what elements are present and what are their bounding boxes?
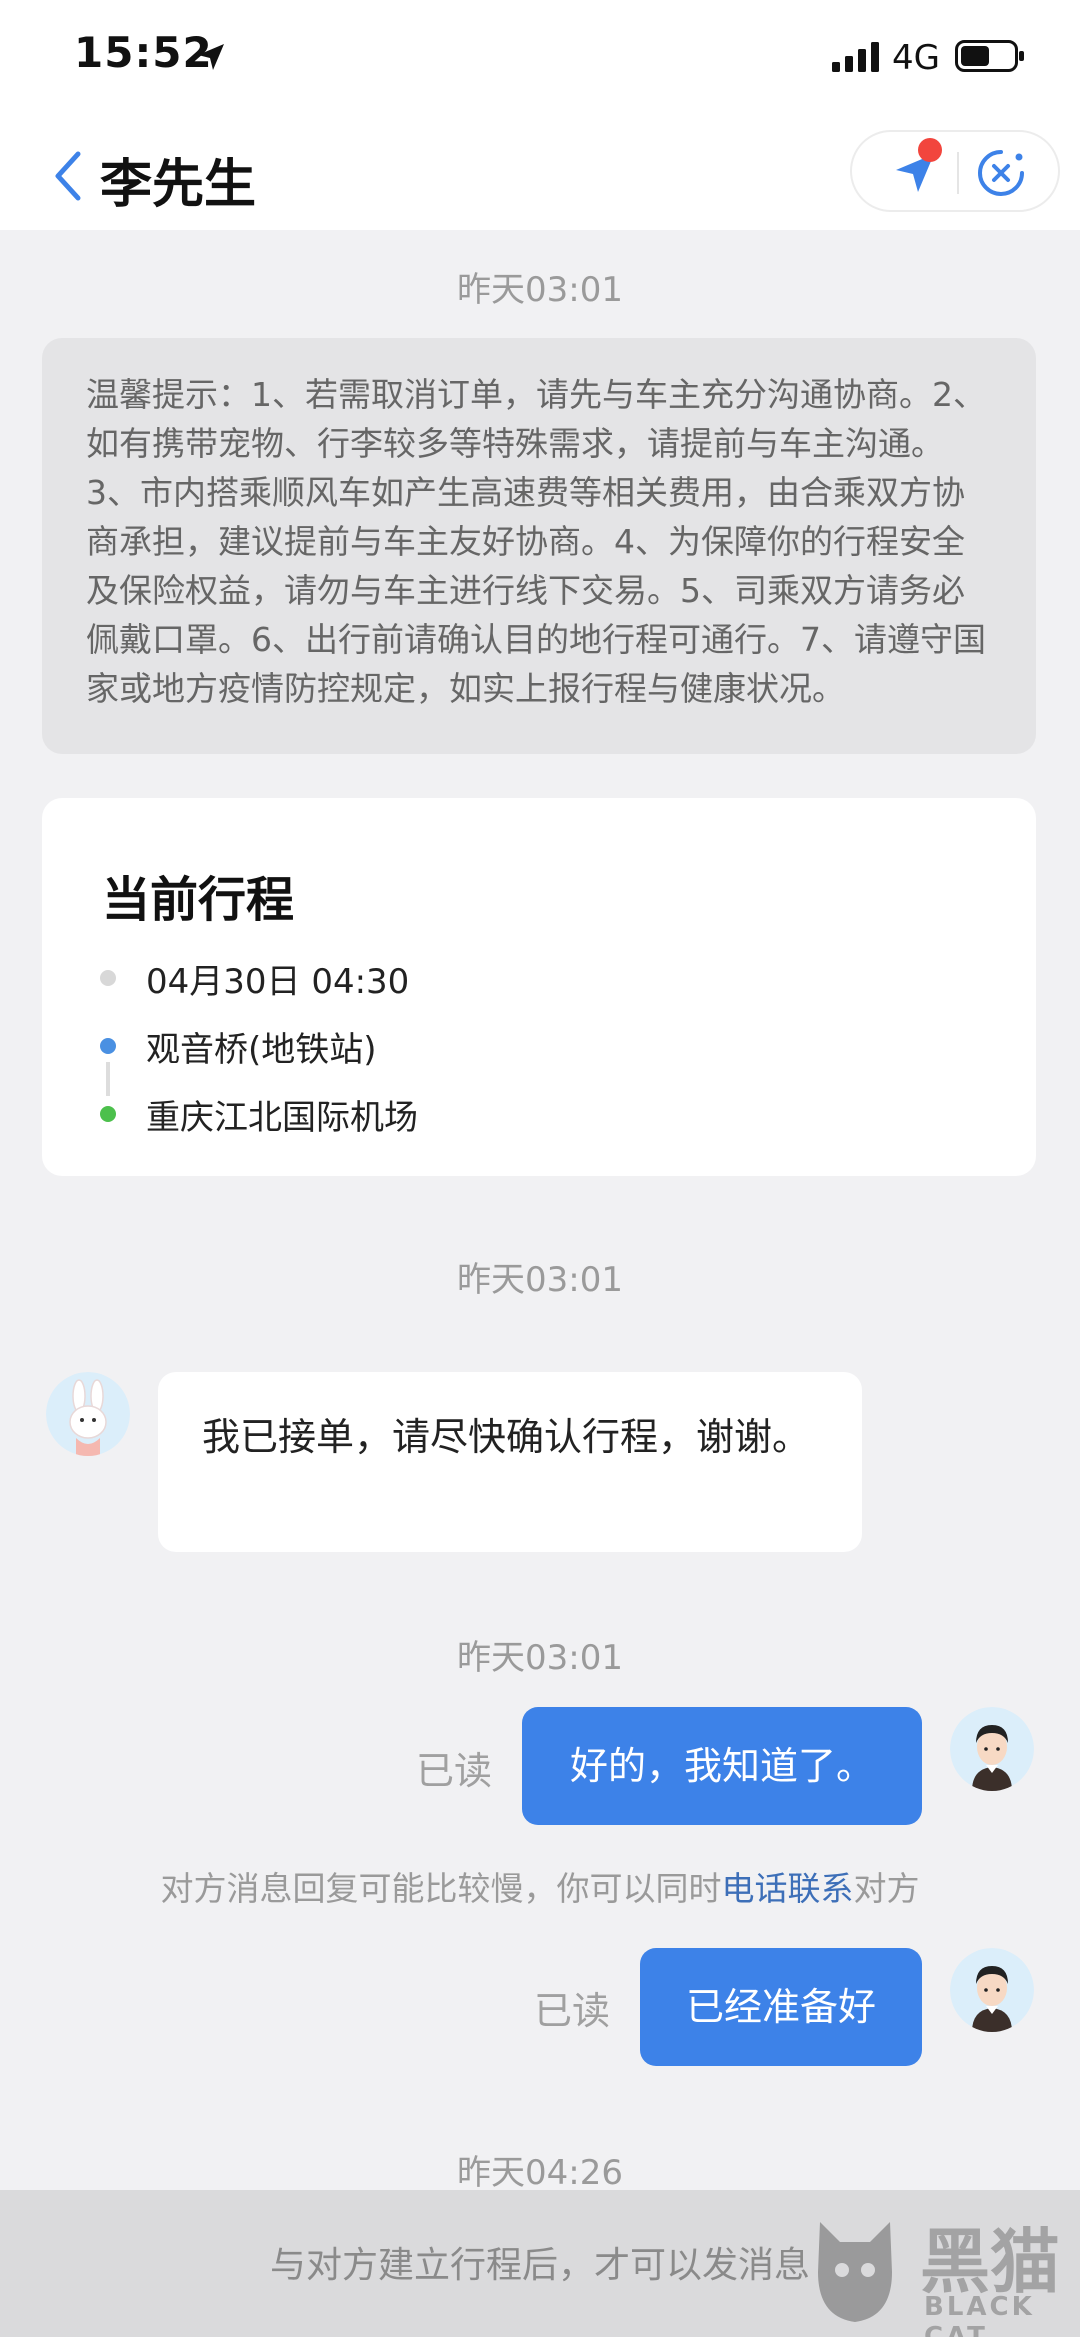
status-bar: 15:52 4G	[0, 0, 1080, 120]
status-time: 15:52	[74, 28, 213, 77]
rabbit-avatar-icon	[46, 1372, 130, 1456]
user-avatar[interactable]	[950, 1948, 1034, 2032]
message-timestamp: 昨天03:01	[457, 270, 623, 310]
message-timestamp: 昨天03:01	[457, 1638, 623, 1678]
message-timestamp: 昨天03:01	[457, 1260, 623, 1300]
incoming-message-bubble[interactable]: 我已接单，请尽快确认行程，谢谢。	[158, 1372, 862, 1552]
read-receipt: 已读	[534, 1989, 611, 2033]
notice-text-after: 对方	[853, 1869, 920, 1908]
trip-card-title: 当前行程	[102, 872, 295, 928]
trip-time: 04月30日 04:30	[146, 962, 410, 1002]
route-connector	[106, 1062, 110, 1096]
contact-name: 李先生	[100, 155, 257, 215]
battery-icon	[955, 40, 1024, 72]
current-trip-card[interactable]: 当前行程 04月30日 04:30 观音桥(地铁站) 重庆江北国际机场	[42, 798, 1036, 1176]
back-chevron-icon[interactable]	[48, 146, 88, 206]
outgoing-message-bubble[interactable]: 已经准备好	[640, 1948, 922, 2066]
origin-dot	[100, 1038, 116, 1054]
reply-notice: 对方消息回复可能比较慢，你可以同时电话联系对方	[0, 1862, 1080, 1910]
time-dot	[100, 970, 116, 986]
chat-header: 李先生	[0, 120, 1080, 230]
driver-avatar[interactable]	[46, 1372, 130, 1456]
location-arrow-icon	[198, 44, 224, 70]
man-avatar-icon	[950, 1707, 1034, 1791]
user-avatar[interactable]	[950, 1707, 1034, 1791]
network-type: 4G	[892, 38, 940, 78]
close-circle-icon[interactable]	[976, 148, 1026, 198]
trip-origin: 观音桥(地铁站)	[146, 1030, 377, 1070]
trip-destination: 重庆江北国际机场	[146, 1098, 418, 1138]
read-receipt: 已读	[416, 1749, 493, 1793]
header-action-group	[850, 130, 1060, 212]
watermark: 黑猫 BLACK CAT	[800, 2202, 1070, 2337]
safety-tips: 温馨提示：1、若需取消订单，请先与车主充分沟通协商。2、如有携带宠物、行李较多等…	[42, 338, 1036, 754]
actions-divider	[957, 152, 959, 194]
cellular-signal-icon	[832, 42, 879, 72]
notice-text-before: 对方消息回复可能比较慢，你可以同时	[160, 1869, 722, 1908]
destination-dot	[100, 1106, 116, 1122]
outgoing-message-bubble[interactable]: 好的，我知道了。	[522, 1707, 922, 1825]
phone-contact-link[interactable]: 电话联系	[722, 1869, 854, 1908]
watermark-subtext: BLACK CAT	[924, 2292, 1035, 2337]
message-timestamp: 昨天04:26	[457, 2153, 623, 2193]
input-disabled-bar: 与对方建立行程后，才可以发消息 黑猫 BLACK CAT	[0, 2190, 1080, 2337]
notification-dot	[918, 138, 942, 162]
cat-logo-icon	[818, 2222, 892, 2322]
man-avatar-icon	[950, 1948, 1034, 2032]
